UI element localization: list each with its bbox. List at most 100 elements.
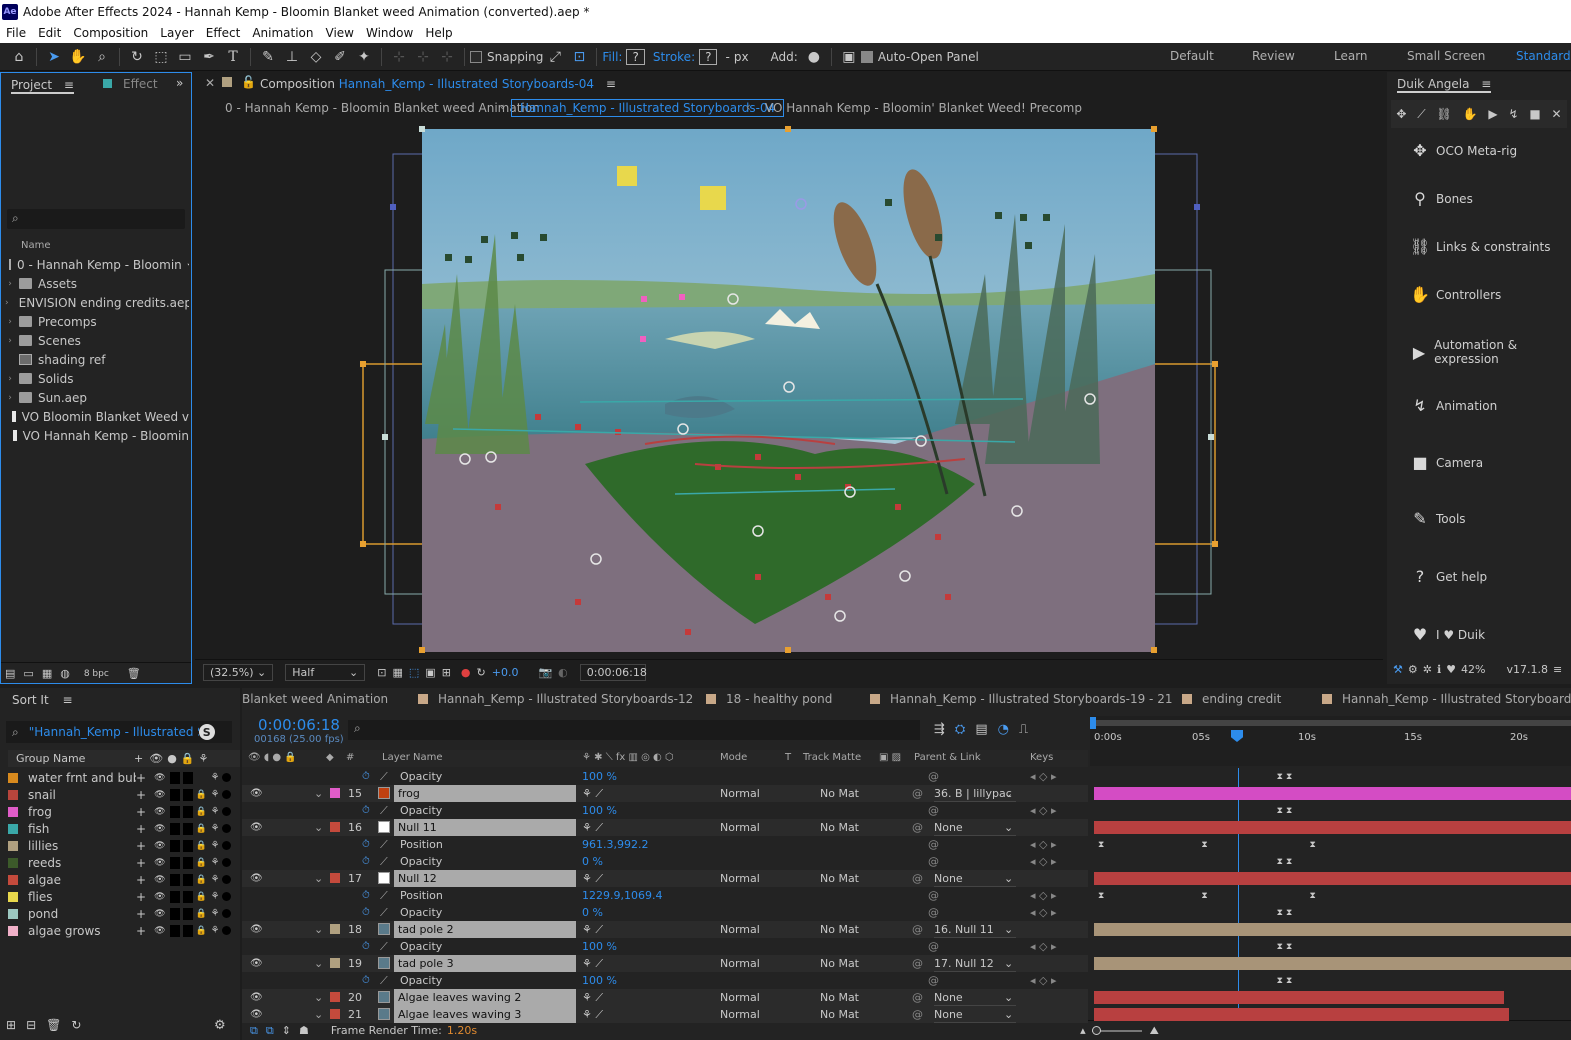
layer-label-swatch[interactable] bbox=[330, 958, 340, 968]
duik-item-hand[interactable]: ✋ Controllers bbox=[1410, 285, 1501, 304]
duik-close-icon[interactable]: ✕ bbox=[1552, 107, 1562, 121]
parent-chevron-icon[interactable]: ⌄ bbox=[1004, 870, 1016, 887]
duik-item-help[interactable]: ? Get help bbox=[1410, 567, 1487, 586]
group-color-swatch[interactable] bbox=[8, 891, 18, 902]
panel-icon[interactable]: ▣ bbox=[838, 46, 860, 68]
twirl-arrow-icon[interactable]: ⌄ bbox=[314, 955, 324, 972]
group-visibility-icon[interactable]: 👁 bbox=[154, 773, 165, 783]
group-lock-icon[interactable]: 🔒 bbox=[196, 892, 208, 902]
group-lock-icon[interactable]: 🔒 bbox=[196, 790, 208, 800]
duik-tab[interactable]: Duik Angela ≡ bbox=[1397, 77, 1492, 93]
workspace-review[interactable]: Review bbox=[1252, 49, 1295, 63]
fill-label[interactable]: Fill: bbox=[602, 50, 622, 64]
keyframe-marker[interactable]: ⧗ bbox=[1286, 908, 1292, 918]
keyframe-marker[interactable]: ⧗ bbox=[1201, 840, 1207, 850]
group-color-swatch[interactable] bbox=[8, 840, 18, 851]
roto-brush-icon[interactable]: ✐ bbox=[329, 46, 351, 68]
stopwatch-icon[interactable]: ⏱ bbox=[362, 904, 374, 921]
property-row[interactable]: ⏱ ⟋ Position 961.3,992.2 @ ◂ ◇ ▸ bbox=[242, 836, 1088, 853]
region-of-interest-icon[interactable]: ⊡ bbox=[377, 666, 386, 679]
sort-it-comp-field[interactable]: ⌕ "Hannah_Kemp - Illustrated Story S bbox=[6, 721, 232, 743]
duik-item-bones[interactable]: ⚲ Bones bbox=[1410, 189, 1473, 208]
color-management-icon[interactable]: ● bbox=[461, 666, 471, 679]
group-audio-toggle[interactable] bbox=[182, 873, 193, 886]
reset-exposure-icon[interactable]: ↻ bbox=[477, 666, 486, 679]
add-to-group-icon[interactable]: + bbox=[136, 771, 146, 785]
transfer-controls-icon[interactable]: ⧉ bbox=[266, 1024, 274, 1038]
type-tool-icon[interactable]: T bbox=[222, 46, 244, 68]
layer-row[interactable]: 👁 ⌄ 18 tad pole 2 ⚘ ⟋ Normal No Mat @16. Null 1… bbox=[242, 921, 1088, 938]
group-shy-icon[interactable]: ⚘ bbox=[211, 908, 220, 919]
project-item[interactable]: › Precomps bbox=[5, 312, 189, 331]
group-solo-toggle[interactable] bbox=[169, 907, 180, 920]
property-value[interactable]: 1229.9,1069.4 bbox=[582, 887, 712, 904]
group-name[interactable]: frog bbox=[28, 805, 136, 819]
group-visibility-icon[interactable]: 👁 bbox=[154, 858, 165, 868]
group-color-swatch[interactable] bbox=[8, 925, 18, 936]
group-row[interactable]: flies + 👁 🔒 ⚘ bbox=[8, 888, 240, 905]
group-solo-toggle[interactable] bbox=[169, 788, 180, 801]
group-select-dot[interactable] bbox=[222, 790, 232, 799]
duik-item-heart[interactable]: ♥ I ♥ Duik bbox=[1410, 625, 1485, 644]
project-item[interactable]: › ENVISION ending credits.aep bbox=[5, 293, 189, 312]
stroke-width-value[interactable]: - bbox=[725, 50, 729, 64]
current-time-field[interactable]: 0:00:06:18 bbox=[579, 663, 647, 681]
pickwhip-icon[interactable]: @ bbox=[912, 1006, 924, 1023]
expression-icon[interactable]: @ bbox=[928, 972, 940, 989]
layer-name[interactable]: frog bbox=[394, 785, 576, 802]
keyframe-marker[interactable]: ⧗ bbox=[1286, 806, 1292, 816]
stopwatch-icon[interactable]: ⏱ bbox=[362, 802, 374, 819]
track-matte-dropdown[interactable]: No Mat bbox=[820, 870, 870, 887]
group-select-dot[interactable] bbox=[222, 858, 232, 867]
project-item[interactable]: › Sun.aep bbox=[5, 388, 189, 407]
duik-settings-icon[interactable]: ⚒ bbox=[1393, 663, 1403, 676]
keyframe-marker[interactable]: ⧗ bbox=[1098, 891, 1104, 901]
group-audio-toggle[interactable] bbox=[182, 805, 193, 818]
group-select-dot[interactable] bbox=[222, 824, 232, 833]
graph-editor-icon[interactable]: ⎍ bbox=[1019, 722, 1028, 737]
group-row[interactable]: algae + 👁 🔒 ⚘ bbox=[8, 871, 240, 888]
property-value[interactable]: 100 % bbox=[582, 768, 712, 785]
group-solo-toggle[interactable] bbox=[169, 924, 180, 937]
group-shy-icon[interactable]: ⚘ bbox=[211, 874, 220, 885]
layer-switches[interactable]: ⚘ ⟋ bbox=[582, 1006, 712, 1023]
twirl-arrow-icon[interactable]: ⌄ bbox=[314, 989, 324, 1006]
layer-label-swatch[interactable] bbox=[330, 822, 340, 832]
keyframe-marker[interactable]: ⧗ bbox=[1201, 891, 1207, 901]
property-value[interactable]: 100 % bbox=[582, 938, 712, 955]
layer-row[interactable]: 👁 ⌄ 19 tad pole 3 ⚘ ⟋ Normal No Mat @17. Null 1… bbox=[242, 955, 1088, 972]
keyframe-marker[interactable]: ⧗ bbox=[1277, 772, 1283, 782]
group-visibility-icon[interactable]: 👁 bbox=[154, 790, 165, 800]
property-row[interactable]: ⏱ ⟋ Opacity 100 % @ ◂ ◇ ▸ bbox=[242, 768, 1088, 785]
timeline-tab[interactable]: ending credit bbox=[1182, 692, 1281, 706]
workspace-small-screen[interactable]: Small Screen bbox=[1407, 49, 1485, 63]
interpret-footage-icon[interactable]: ▤ bbox=[5, 667, 15, 680]
graph-icon[interactable]: ⟋ bbox=[380, 853, 392, 870]
menu-help[interactable]: Help bbox=[419, 26, 458, 40]
time-ruler[interactable]: 0:00s 05s 10s 15s 20s bbox=[1090, 716, 1571, 766]
expression-icon[interactable]: @ bbox=[928, 887, 940, 904]
property-row[interactable]: ⏱ ⟋ Position 1229.9,1069.4 @ ◂ ◇ ▸ bbox=[242, 887, 1088, 904]
layer-label-swatch[interactable] bbox=[330, 992, 340, 1002]
group-select-dot[interactable] bbox=[222, 909, 232, 918]
layer-duration-bar[interactable] bbox=[1094, 1008, 1509, 1021]
property-row[interactable]: ⏱ ⟋ Opacity 0 % @ ◂ ◇ ▸ bbox=[242, 904, 1088, 921]
sort-it-settings-icon[interactable]: ⚙ bbox=[214, 1018, 226, 1033]
stopwatch-icon[interactable]: ⏱ bbox=[362, 887, 374, 904]
breadcrumb-2[interactable]: VO Hannah Kemp - Bloomin' Blanket Weed! … bbox=[765, 101, 1082, 115]
group-audio-toggle[interactable] bbox=[182, 924, 193, 937]
duik-camera-icon[interactable]: ■ bbox=[1529, 107, 1540, 121]
draft-3d-icon[interactable]: ⛭ bbox=[955, 722, 965, 737]
expand-arrow-icon[interactable]: › bbox=[5, 336, 15, 346]
playhead-handle[interactable] bbox=[1231, 730, 1243, 742]
lock-icon[interactable]: 🔓 bbox=[241, 75, 256, 89]
duik-automation-icon[interactable]: ▶ bbox=[1488, 107, 1497, 121]
menu-window[interactable]: Window bbox=[360, 26, 419, 40]
add-to-group-icon[interactable]: + bbox=[136, 805, 146, 819]
new-comp-icon[interactable]: ▦ bbox=[42, 667, 52, 680]
duik-bone-icon[interactable]: ⟋ bbox=[1417, 107, 1425, 122]
expand-arrow-icon[interactable]: › bbox=[5, 317, 15, 327]
workspace-default[interactable]: Default bbox=[1170, 49, 1214, 63]
magnification-dropdown[interactable]: (32.5%) ⌄ bbox=[203, 663, 274, 681]
stopwatch-icon[interactable]: ⏱ bbox=[362, 938, 374, 955]
